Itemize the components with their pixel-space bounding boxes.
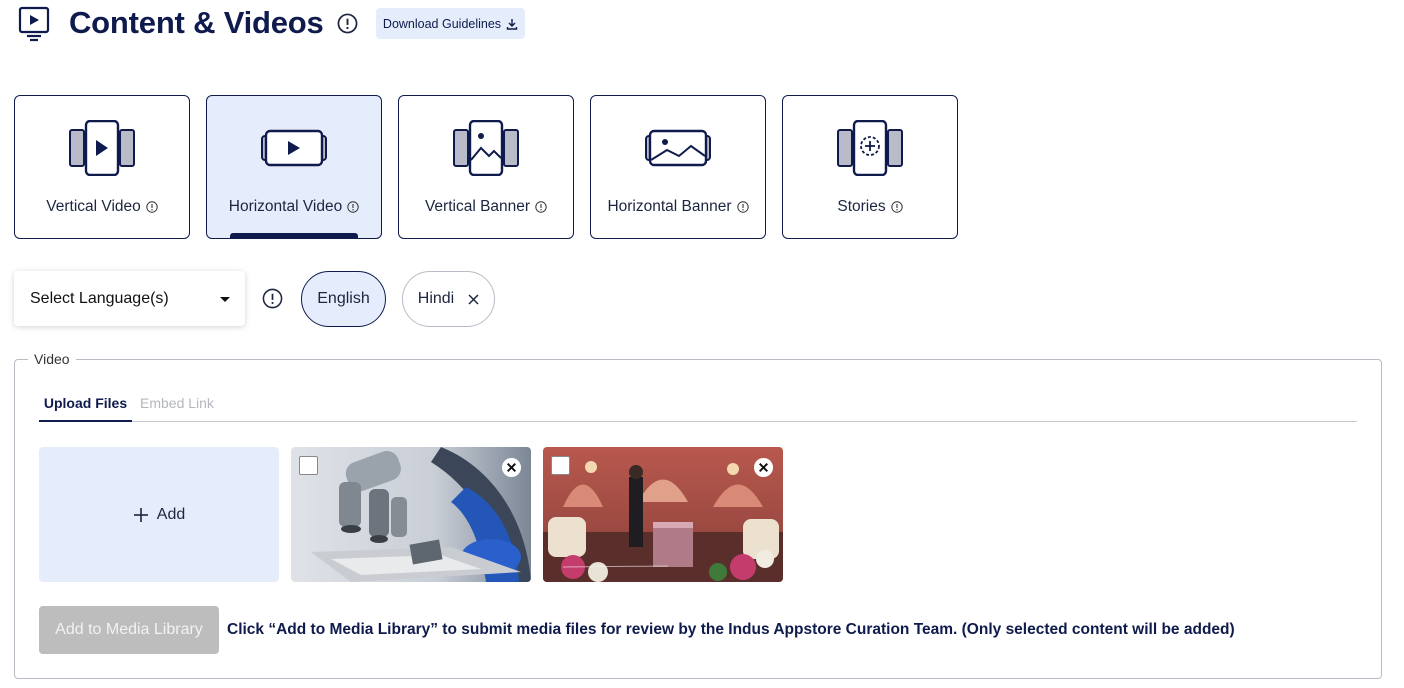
remove-icon[interactable] <box>753 457 774 478</box>
caret-down-icon <box>220 297 230 302</box>
media-library-hint: Click “Add to Media Library” to submit m… <box>227 621 1235 638</box>
language-select-label: Select Language(s) <box>30 289 169 307</box>
card-label: Horizontal Banner <box>607 198 732 215</box>
download-icon <box>506 18 518 30</box>
info-icon[interactable] <box>347 201 359 213</box>
card-label: Stories <box>837 198 886 215</box>
video-section-legend: Video <box>28 350 76 368</box>
monitor-play-icon <box>18 6 50 42</box>
microscope-image <box>291 447 531 582</box>
selected-indicator <box>230 233 358 238</box>
horizontal-banner-icon <box>645 129 711 167</box>
download-guidelines-button[interactable]: Download Guidelines <box>376 8 525 39</box>
info-icon[interactable] <box>262 288 283 309</box>
card-label: Vertical Video <box>46 198 141 215</box>
info-icon[interactable] <box>535 201 547 213</box>
plus-icon <box>133 507 148 522</box>
media-thumbnail[interactable] <box>543 447 783 582</box>
card-label: Horizontal Video <box>228 198 343 215</box>
card-label: Vertical Banner <box>424 198 531 215</box>
vertical-video-icon <box>69 120 135 176</box>
card-horizontal-video[interactable]: Horizontal Video <box>206 95 382 239</box>
tabs-divider <box>39 421 1357 422</box>
info-icon[interactable] <box>890 201 903 213</box>
add-to-media-library-button[interactable]: Add to Media Library <box>39 606 219 654</box>
chip-label: Hindi <box>417 290 455 307</box>
remove-icon[interactable] <box>501 457 522 478</box>
close-icon[interactable] <box>468 293 479 305</box>
vertical-banner-icon <box>453 120 519 176</box>
stories-icon <box>837 120 903 176</box>
card-stories[interactable]: Stories <box>782 95 958 239</box>
tab-upload-files[interactable]: Upload Files <box>39 394 132 412</box>
info-icon[interactable] <box>146 201 158 213</box>
add-media-button[interactable]: Add <box>39 447 279 582</box>
horizontal-video-icon <box>261 129 327 167</box>
card-vertical-video[interactable]: Vertical Video <box>14 95 190 239</box>
language-select[interactable]: Select Language(s) <box>14 271 245 326</box>
select-checkbox[interactable] <box>551 456 570 475</box>
select-checkbox[interactable] <box>299 456 318 475</box>
active-tab-indicator <box>39 420 132 422</box>
info-icon[interactable] <box>337 13 358 34</box>
card-vertical-banner[interactable]: Vertical Banner <box>398 95 574 239</box>
language-chip-hindi[interactable]: Hindi <box>402 271 495 327</box>
add-label: Add <box>156 505 186 523</box>
chip-label: English <box>317 290 370 307</box>
page-title: Content & Videos <box>69 5 324 40</box>
download-guidelines-label: Download Guidelines <box>382 16 502 31</box>
media-thumbnail[interactable] <box>291 447 531 582</box>
language-chip-english[interactable]: English <box>301 271 386 327</box>
tab-embed-link[interactable]: Embed Link <box>140 394 214 412</box>
info-icon[interactable] <box>736 201 749 213</box>
card-horizontal-banner[interactable]: Horizontal Banner <box>590 95 766 239</box>
palace-scene-image <box>543 447 783 582</box>
